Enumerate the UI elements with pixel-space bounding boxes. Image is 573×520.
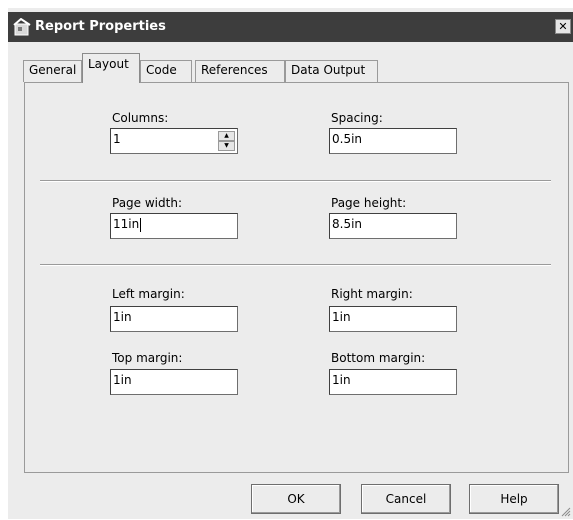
cancel-button[interactable]: Cancel — [361, 484, 451, 514]
right-margin-field[interactable]: 1in — [329, 306, 457, 332]
section-divider — [40, 180, 551, 182]
page-height-label: Page height: — [331, 196, 407, 210]
left-margin-value: 1in — [113, 310, 132, 324]
tab-data-output[interactable]: Data Output — [285, 60, 378, 82]
tab-references[interactable]: References — [195, 60, 285, 82]
page-width-field[interactable]: 11in — [110, 213, 238, 239]
spin-down-icon[interactable]: ▼ — [218, 141, 235, 151]
bottom-margin-value: 1in — [332, 373, 351, 387]
page-height-value: 8.5in — [332, 217, 363, 231]
page-width-value: 11in — [113, 217, 140, 231]
tab-layout[interactable]: Layout — [82, 53, 140, 83]
tab-code[interactable]: Code — [140, 60, 192, 82]
right-margin-label: Right margin: — [331, 287, 413, 301]
layout-panel: Columns: 1 ▲ ▼ Spacing: 0.5in Page width… — [24, 82, 569, 473]
report-properties-dialog: Report Properties ✕ General Layout Code … — [8, 8, 573, 519]
page-width-label: Page width: — [112, 196, 182, 210]
columns-spinner[interactable]: 1 ▲ ▼ — [110, 128, 238, 154]
columns-value: 1 — [113, 132, 121, 146]
columns-label: Columns: — [112, 111, 169, 125]
resize-grip-icon[interactable] — [559, 505, 571, 517]
bottom-margin-label: Bottom margin: — [331, 351, 426, 365]
left-margin-field[interactable]: 1in — [110, 306, 238, 332]
top-margin-label: Top margin: — [112, 351, 183, 365]
page-height-field[interactable]: 8.5in — [329, 213, 457, 239]
tab-general[interactable]: General — [23, 60, 82, 82]
title-bar[interactable]: Report Properties ✕ — [8, 12, 573, 42]
top-margin-field[interactable]: 1in — [110, 369, 238, 395]
right-margin-value: 1in — [332, 310, 351, 324]
help-button[interactable]: Help — [469, 484, 559, 514]
section-divider — [40, 264, 551, 266]
spacing-value: 0.5in — [332, 132, 363, 146]
close-icon[interactable]: ✕ — [555, 19, 571, 34]
bottom-margin-field[interactable]: 1in — [329, 369, 457, 395]
report-properties-icon — [13, 17, 33, 36]
spin-up-icon[interactable]: ▲ — [218, 131, 235, 141]
spacing-field[interactable]: 0.5in — [329, 128, 457, 154]
spacing-label: Spacing: — [331, 111, 383, 125]
top-margin-value: 1in — [113, 373, 132, 387]
columns-stepper[interactable]: ▲ ▼ — [218, 131, 235, 151]
left-margin-label: Left margin: — [112, 287, 185, 301]
ok-button[interactable]: OK — [251, 484, 341, 514]
text-caret — [140, 217, 142, 232]
dialog-title: Report Properties — [35, 19, 166, 34]
